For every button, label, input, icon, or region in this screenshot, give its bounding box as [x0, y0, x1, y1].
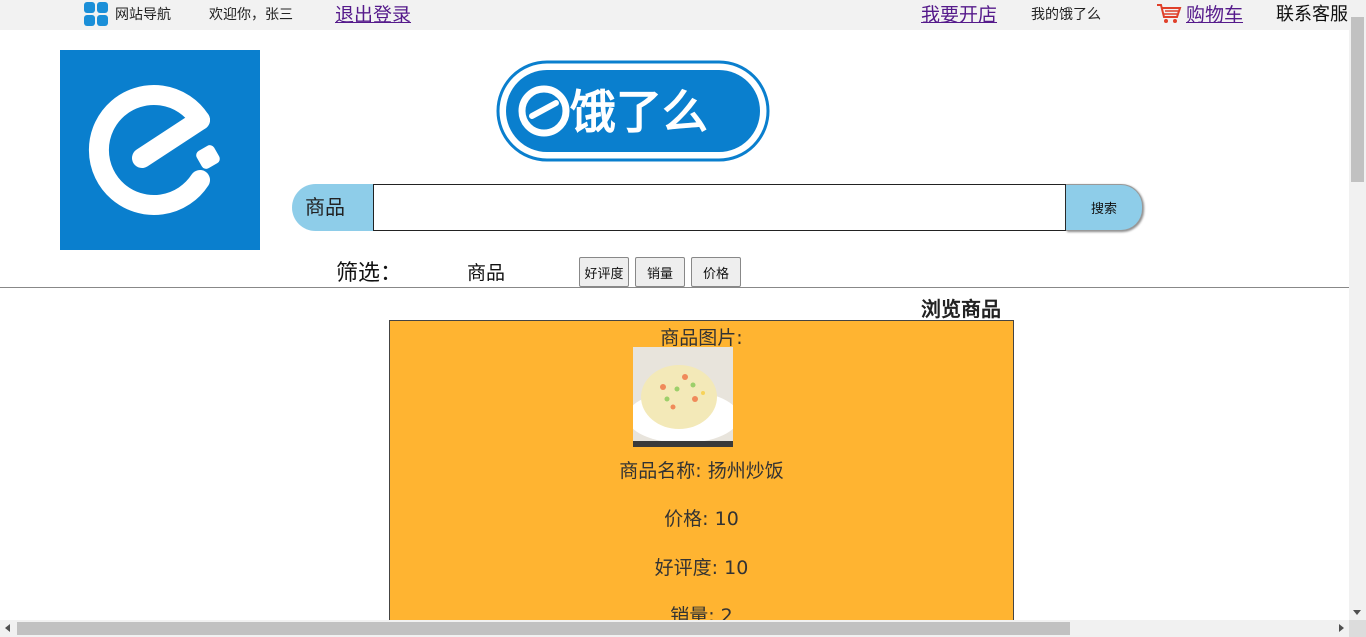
sort-rating-button[interactable]: 好评度	[579, 257, 629, 287]
search-input[interactable]	[373, 184, 1066, 231]
product-image-label: 商品图片:	[660, 327, 743, 349]
product-price-value: 10	[714, 508, 739, 530]
product-rating-value: 10	[724, 557, 749, 579]
horizontal-scroll-thumb[interactable]	[17, 622, 1070, 635]
product-card[interactable]: 商品图片: 商品名称: 扬州炒饭 价格: 10 好评度: 10 销量: 2	[389, 320, 1014, 630]
sort-price-button[interactable]: 价格	[691, 257, 741, 287]
product-price: 价格: 10	[390, 504, 1013, 531]
vertical-scroll-thumb[interactable]	[1351, 17, 1364, 182]
cart-link[interactable]: 购物车	[1186, 0, 1243, 30]
eleme-brand-logo[interactable]: 饿了么	[494, 58, 774, 164]
eleme-e-icon	[88, 85, 220, 215]
vertical-scrollbar[interactable]	[1349, 0, 1366, 620]
sort-sales-button[interactable]: 销量	[635, 257, 685, 287]
contact-service-link[interactable]: 联系客服	[1276, 0, 1348, 30]
open-shop-link[interactable]: 我要开店	[921, 0, 997, 30]
logout-link[interactable]: 退出登录	[335, 0, 411, 30]
scrollbar-corner	[1349, 620, 1366, 637]
scroll-left-arrow-icon[interactable]	[5, 624, 10, 632]
product-name-label: 商品名称:	[619, 460, 702, 482]
brand-text: 饿了么	[570, 85, 708, 139]
search-button[interactable]: 搜索	[1066, 184, 1143, 231]
search-category-label: 商品	[292, 184, 374, 231]
product-rating: 好评度: 10	[390, 553, 1013, 580]
browse-title: 浏览商品	[921, 297, 1001, 321]
filter-category: 商品	[467, 262, 506, 284]
scroll-right-arrow-icon[interactable]	[1339, 624, 1344, 632]
product-name-value: 扬州炒饭	[707, 460, 784, 482]
cart-icon[interactable]	[1156, 3, 1182, 25]
horizontal-scrollbar[interactable]	[0, 620, 1349, 637]
grid-icon[interactable]	[84, 2, 110, 28]
divider	[0, 287, 1349, 288]
welcome-text: 欢迎你，张三	[209, 7, 293, 23]
filter-label: 筛选：	[336, 261, 403, 286]
my-eleme-link[interactable]: 我的饿了么	[1031, 0, 1101, 30]
product-price-label: 价格:	[664, 508, 709, 530]
top-bar: 网站导航 欢迎你，张三 退出登录 我要开店 我的饿了么 购物车 联系客服	[0, 0, 1349, 30]
scroll-down-arrow-icon[interactable]	[1353, 610, 1361, 615]
product-rating-label: 好评度:	[654, 557, 719, 579]
eleme-logo[interactable]	[60, 50, 260, 250]
site-nav-link[interactable]: 网站导航	[115, 0, 171, 30]
product-name: 商品名称: 扬州炒饭	[390, 456, 1013, 483]
fried-rice-image[interactable]	[633, 347, 733, 447]
